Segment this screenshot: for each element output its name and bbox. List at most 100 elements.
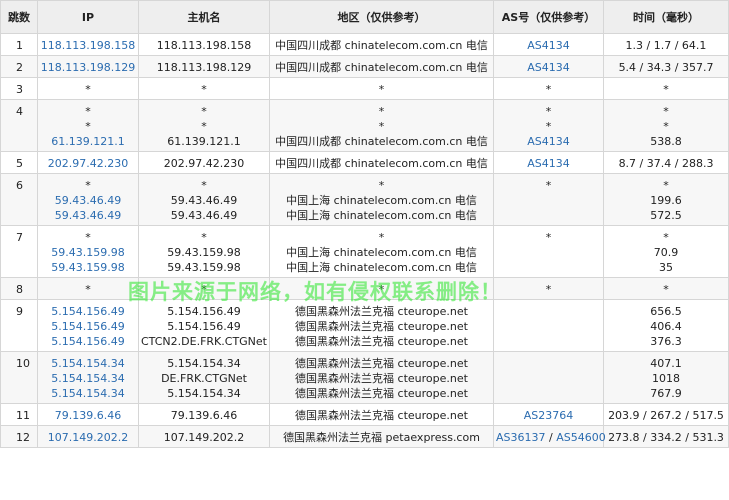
- ip-link[interactable]: 202.97.42.230: [40, 156, 136, 171]
- host-cell: 5.154.154.34 DE.FRK.CTGNet 5.154.154.34: [138, 351, 270, 404]
- table-row: 8 * * * * *: [0, 277, 729, 300]
- table-row: 9 5.154.156.49 5.154.156.49 5.154.156.49 5.1…: [0, 299, 729, 352]
- hostname-text: 118.113.198.158: [156, 39, 252, 52]
- as-line: AS4134: [496, 60, 601, 75]
- hostname-text: 59.43.159.98: [167, 246, 241, 259]
- region-text: *: [378, 105, 385, 118]
- as-line: AS4134: [496, 38, 601, 53]
- time-cell: *: [603, 77, 729, 100]
- region-cell: 德国黑森州法兰克福 cteurope.net 德国黑森州法兰克福 cteurope…: [269, 351, 494, 404]
- hostname-text: *: [201, 83, 207, 96]
- as-link[interactable]: AS4134: [527, 61, 570, 74]
- hostname-text: *: [201, 231, 207, 244]
- as-link[interactable]: AS4134: [527, 157, 570, 170]
- hop-cell: 10: [0, 351, 38, 404]
- region-cell: 德国黑森州法兰克福 cteurope.net 德国黑森州法兰克福 cteurope…: [269, 299, 494, 352]
- ip-link[interactable]: 5.154.156.49: [40, 334, 136, 349]
- as-link: *: [545, 231, 552, 244]
- ip-link[interactable]: 5.154.154.34: [40, 371, 136, 386]
- as-link[interactable]: AS36137: [496, 431, 546, 444]
- region-cell: * 中国上海 chinatelecom.com.cn 电信 中国上海 chinate…: [269, 225, 494, 278]
- as-cell: AS4134: [493, 151, 604, 174]
- host-cell: 118.113.198.129: [138, 55, 270, 78]
- as-cell: AS23764: [493, 403, 604, 426]
- ip-cell: *: [37, 277, 139, 300]
- region-cell: 中国四川成都 chinatelecom.com.cn 电信: [269, 55, 494, 78]
- ip-link[interactable]: 5.154.154.34: [40, 356, 136, 371]
- ip-link[interactable]: 59.43.159.98: [40, 260, 136, 275]
- hostname-text: 5.154.156.49: [167, 320, 241, 333]
- ip-cell: 118.113.198.158: [37, 33, 139, 56]
- col-header-as: AS号（仅供参考）: [493, 0, 604, 34]
- ip-link[interactable]: 79.139.6.46: [40, 408, 136, 423]
- as-link: *: [545, 283, 552, 296]
- as-link[interactable]: AS23764: [524, 409, 574, 422]
- table-row: 12 107.149.202.2 107.149.202.2 德国黑森州法兰克福 pe…: [0, 425, 729, 448]
- ip-link: *: [85, 105, 91, 118]
- time-text: 1018: [652, 372, 680, 385]
- region-text: 中国四川成都 chinatelecom.com.cn 电信: [275, 39, 488, 52]
- hostname-text: *: [201, 120, 207, 133]
- time-text: 203.9 / 267.2 / 517.5: [608, 409, 724, 422]
- col-header-time: 时间（毫秒）: [603, 0, 729, 34]
- host-cell: *: [138, 277, 270, 300]
- hop-cell: 12: [0, 425, 38, 448]
- col-header-hop: 跳数: [0, 0, 38, 34]
- time-text: 407.1: [650, 357, 682, 370]
- ip-cell: 118.113.198.129: [37, 55, 139, 78]
- host-cell: *: [138, 77, 270, 100]
- time-cell: *: [603, 277, 729, 300]
- as-line: AS4134: [496, 156, 601, 171]
- as-link[interactable]: AS4134: [527, 39, 570, 52]
- ip-link[interactable]: 118.113.198.158: [40, 38, 136, 53]
- ip-link[interactable]: 107.149.202.2: [40, 430, 136, 445]
- time-text: 273.8 / 334.2 / 531.3: [608, 431, 724, 444]
- as-line: *: [496, 230, 601, 245]
- region-cell: *: [269, 277, 494, 300]
- region-text: 中国四川成都 chinatelecom.com.cn 电信: [275, 61, 488, 74]
- time-text: 656.5: [650, 305, 682, 318]
- table-row: 7 * 59.43.159.98 59.43.159.98 * 59.43.159.98 5…: [0, 225, 729, 278]
- host-cell: 79.139.6.46: [138, 403, 270, 426]
- ip-link[interactable]: 59.43.46.49: [40, 193, 136, 208]
- as-link[interactable]: AS4134: [527, 135, 570, 148]
- ip-link[interactable]: 61.139.121.1: [40, 134, 136, 149]
- host-cell: 5.154.156.49 5.154.156.49 CTCN2.DE.FRK.CTG…: [138, 299, 270, 352]
- ip-cell: 107.149.202.2: [37, 425, 139, 448]
- as-line: AS36137 / AS54600: [496, 430, 606, 445]
- ip-cell: * 59.43.46.49 59.43.46.49: [37, 173, 139, 226]
- hostname-text: 5.154.156.49: [167, 305, 241, 318]
- ip-link[interactable]: 59.43.46.49: [40, 208, 136, 223]
- region-text: 中国四川成都 chinatelecom.com.cn 电信: [275, 157, 488, 170]
- ip-link[interactable]: 5.154.156.49: [40, 304, 136, 319]
- time-text: 1.3 / 1.7 / 64.1: [625, 39, 707, 52]
- ip-link[interactable]: 5.154.156.49: [40, 319, 136, 334]
- time-text: 70.9: [653, 246, 679, 259]
- ip-link: *: [85, 120, 91, 133]
- col-header-host: 主机名: [138, 0, 270, 34]
- as-line: *: [496, 82, 601, 97]
- ip-link: *: [85, 283, 91, 296]
- as-link: *: [545, 105, 552, 118]
- as-link[interactable]: AS54600: [556, 431, 606, 444]
- ip-link[interactable]: 5.154.154.34: [40, 386, 136, 401]
- hop-cell: 2: [0, 55, 38, 78]
- table-row: 4 * * 61.139.121.1 * * 61.139.121.1 * * 中国四川成都 ch…: [0, 99, 729, 152]
- ip-link[interactable]: 59.43.159.98: [40, 245, 136, 260]
- table-body: 1 118.113.198.158 118.113.198.158 中国四川成都 ch…: [0, 33, 729, 448]
- as-cell: [493, 299, 604, 352]
- region-cell: * 中国上海 chinatelecom.com.cn 电信 中国上海 chinate…: [269, 173, 494, 226]
- as-cell: * * AS4134: [493, 99, 604, 152]
- ip-cell: 79.139.6.46: [37, 403, 139, 426]
- as-link: *: [545, 179, 552, 192]
- time-text: 35: [659, 261, 673, 274]
- region-text: 德国黑森州法兰克福 petaexpress.com: [283, 431, 480, 444]
- hostname-text: 59.43.159.98: [167, 261, 241, 274]
- ip-link[interactable]: 118.113.198.129: [40, 60, 136, 75]
- ip-link: *: [85, 83, 91, 96]
- hop-cell: 8: [0, 277, 38, 300]
- time-cell: 273.8 / 334.2 / 531.3: [603, 425, 729, 448]
- ip-cell: 202.97.42.230: [37, 151, 139, 174]
- time-cell: 8.7 / 37.4 / 288.3: [603, 151, 729, 174]
- host-cell: 118.113.198.158: [138, 33, 270, 56]
